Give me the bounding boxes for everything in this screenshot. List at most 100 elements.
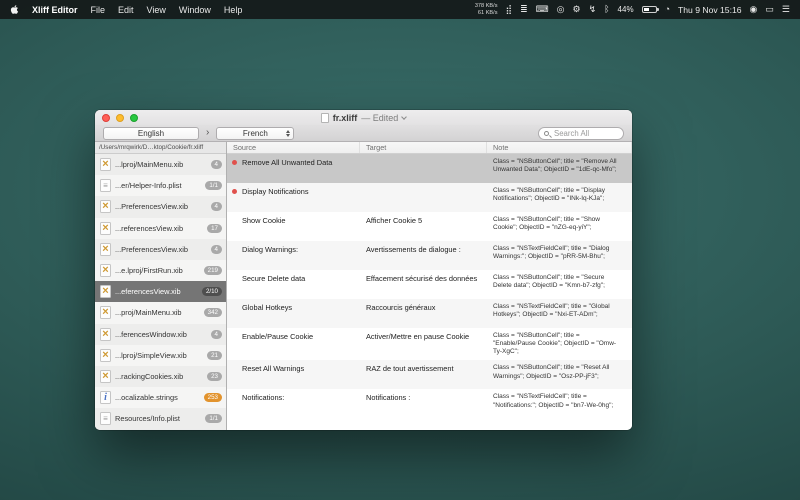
battery-icon[interactable] — [642, 6, 657, 13]
zoom-button[interactable] — [130, 114, 138, 122]
bluetooth-icon[interactable]: ᛒ — [604, 5, 609, 14]
column-header-source[interactable]: Source — [227, 142, 360, 153]
sidebar-file-item[interactable]: ...PreferencesView.xib 4 — [95, 196, 226, 217]
target-cell[interactable]: Activer/Mettre en pause Cookie — [360, 328, 487, 346]
siri-icon[interactable]: ◉ — [750, 5, 758, 14]
chevron-down-icon[interactable] — [401, 114, 407, 120]
sidebar: /Users/mrqwirk/D…ktop/Cookie/fr.xliff ..… — [95, 142, 227, 430]
traffic-lights — [102, 110, 138, 125]
sidebar-file-item[interactable]: ...ferencesWindow.xib 4 — [95, 324, 226, 345]
source-text: Display Notifications — [242, 187, 309, 196]
sidebar-file-item[interactable]: ...e.lproj/FirstRun.xib 219 — [95, 260, 226, 281]
target-cell[interactable]: Effacement sécurisé des données — [360, 270, 487, 288]
note-cell: Class = "NSButtonCell"; title = "Secure … — [487, 270, 632, 294]
target-cell[interactable]: Raccourcis généraux — [360, 299, 487, 317]
source-language-button[interactable]: English — [103, 127, 199, 140]
close-button[interactable] — [102, 114, 110, 122]
gear-icon[interactable]: ⚙ — [573, 5, 581, 14]
menu-help[interactable]: Help — [224, 5, 243, 15]
target-cell[interactable]: Afficher Cookie 5 — [360, 212, 487, 230]
column-header-target[interactable]: Target — [360, 142, 487, 153]
source-cell: Display Notifications — [227, 183, 360, 201]
search-field[interactable]: Search All — [538, 127, 624, 140]
menu-edit[interactable]: Edit — [118, 5, 134, 15]
table-row[interactable]: Reset All Warnings RAZ de tout avertisse… — [227, 360, 632, 389]
notification-center-icon[interactable]: ☰ — [782, 5, 790, 14]
app-menu-xliff-editor[interactable]: Xliff Editor — [32, 5, 78, 15]
table-row[interactable]: Secure Delete data Effacement sécurisé d… — [227, 270, 632, 299]
column-header-note[interactable]: Note — [487, 142, 632, 153]
file-name: ...PreferencesView.xib — [115, 245, 207, 254]
target-cell[interactable]: Notifications : — [360, 389, 487, 407]
target-cell[interactable] — [360, 183, 487, 191]
count-badge: 21 — [207, 351, 222, 360]
file-icon — [100, 306, 111, 319]
source-cell: Reset All Warnings — [227, 360, 360, 378]
menu-bar-status: 378 KB/s 61 KB/s ⣾ ≣ ⌨ ◎ ⚙ ↯ ᛒ 44% ◔ Thu… — [475, 3, 790, 16]
menu-window[interactable]: Window — [179, 5, 211, 15]
source-text: Show Cookie — [242, 216, 286, 225]
network-graph-icon[interactable]: ⣾ — [506, 5, 513, 14]
untranslated-dot-icon — [232, 189, 237, 194]
stats-icon[interactable]: ≣ — [520, 5, 528, 14]
power-icon[interactable]: ↯ — [589, 5, 597, 14]
table-row[interactable]: Enable/Pause Cookie Activer/Mettre en pa… — [227, 328, 632, 360]
file-icon — [100, 412, 111, 425]
file-icon — [100, 370, 111, 383]
table-row[interactable]: Dialog Warnings: Avertissements de dialo… — [227, 241, 632, 270]
note-cell: Class = "NSButtonCell"; title = "Display… — [487, 183, 632, 207]
sidebar-file-item[interactable]: ...PreferencesView.xib 4 — [95, 239, 226, 260]
note-cell: Class = "NSButtonCell"; title = "Reset A… — [487, 360, 632, 384]
file-name: ...ocalizable.strings — [115, 393, 200, 402]
file-name: ...proj/MainMenu.xib — [115, 308, 200, 317]
sidebar-file-item[interactable]: ...lproj/MainMenu.xib 4 — [95, 154, 226, 175]
sidebar-file-item[interactable]: ...referencesView.xib 17 — [95, 218, 226, 239]
file-path: /Users/mrqwirk/D…ktop/Cookie/fr.xliff — [95, 142, 226, 154]
network-speed[interactable]: 378 KB/s 61 KB/s — [475, 3, 498, 16]
keyboard-icon[interactable]: ⌨ — [536, 5, 549, 14]
file-icon — [100, 200, 111, 213]
target-cell[interactable] — [360, 154, 487, 162]
untranslated-dot-icon — [232, 160, 237, 165]
sidebar-file-item[interactable]: Resources/Info.plist 1/1 — [95, 408, 226, 429]
xliff-editor-window: fr.xliff — Edited English › French Searc… — [95, 110, 632, 430]
count-badge: 17 — [207, 224, 222, 233]
note-cell: Class = "NSButtonCell"; title = "Enable/… — [487, 328, 632, 360]
window-body: /Users/mrqwirk/D…ktop/Cookie/fr.xliff ..… — [95, 142, 632, 430]
clock-icon[interactable]: ◔ — [665, 5, 670, 14]
window-title-area: fr.xliff — Edited — [321, 113, 407, 123]
table-row[interactable]: Global Hotkeys Raccourcis généraux Class… — [227, 299, 632, 328]
target-cell[interactable]: RAZ de tout avertissement — [360, 360, 487, 378]
table-row[interactable]: Remove All Unwanted Data Class = "NSButt… — [227, 154, 632, 183]
file-name: ...PreferencesView.xib — [115, 202, 207, 211]
file-icon — [100, 349, 111, 362]
source-text: Notifications: — [242, 393, 284, 402]
target-language-popup[interactable]: French — [216, 127, 294, 140]
note-cell: Class = "NSTextFieldCell"; title = "Dial… — [487, 241, 632, 265]
apple-menu[interactable] — [10, 4, 19, 15]
file-icon — [100, 179, 111, 192]
target-cell[interactable]: Avertissements de dialogue : — [360, 241, 487, 259]
minimize-button[interactable] — [116, 114, 124, 122]
menu-file[interactable]: File — [91, 5, 106, 15]
table-row[interactable]: Display Notifications Class = "NSButtonC… — [227, 183, 632, 212]
window-title: fr.xliff — [333, 113, 358, 123]
table-row[interactable]: Show Cookie Afficher Cookie 5 Class = "N… — [227, 212, 632, 241]
title-bar[interactable]: fr.xliff — Edited — [95, 110, 632, 125]
sidebar-file-item[interactable]: ...proj/MainMenu.xib 342 — [95, 302, 226, 323]
table-row[interactable]: Notifications: Notifications : Class = "… — [227, 389, 632, 418]
source-cell: Enable/Pause Cookie — [227, 328, 360, 346]
translation-table: Source Target Note Remove All Unwanted D… — [227, 142, 632, 430]
menu-clock[interactable]: Thu 9 Nov 15:16 — [678, 5, 742, 15]
menu-view[interactable]: View — [147, 5, 166, 15]
sidebar-file-item[interactable]: ...er/Helper-Info.plist 1/1 — [95, 175, 226, 196]
sidebar-file-item[interactable]: ...eferencesView.xib 2/10 — [95, 281, 226, 302]
sidebar-file-item[interactable]: ...lproj/SimpleView.xib 21 — [95, 345, 226, 366]
source-text: Reset All Warnings — [242, 364, 304, 373]
popup-arrows-icon — [286, 130, 290, 137]
display-icon[interactable]: ▭ — [765, 5, 774, 14]
sidebar-file-item[interactable]: ...ocalizable.strings 253 — [95, 387, 226, 408]
sidebar-file-item[interactable]: ...rackingCookies.xib 23 — [95, 366, 226, 387]
count-badge: 253 — [204, 393, 222, 402]
user-icon[interactable]: ◎ — [557, 5, 565, 14]
